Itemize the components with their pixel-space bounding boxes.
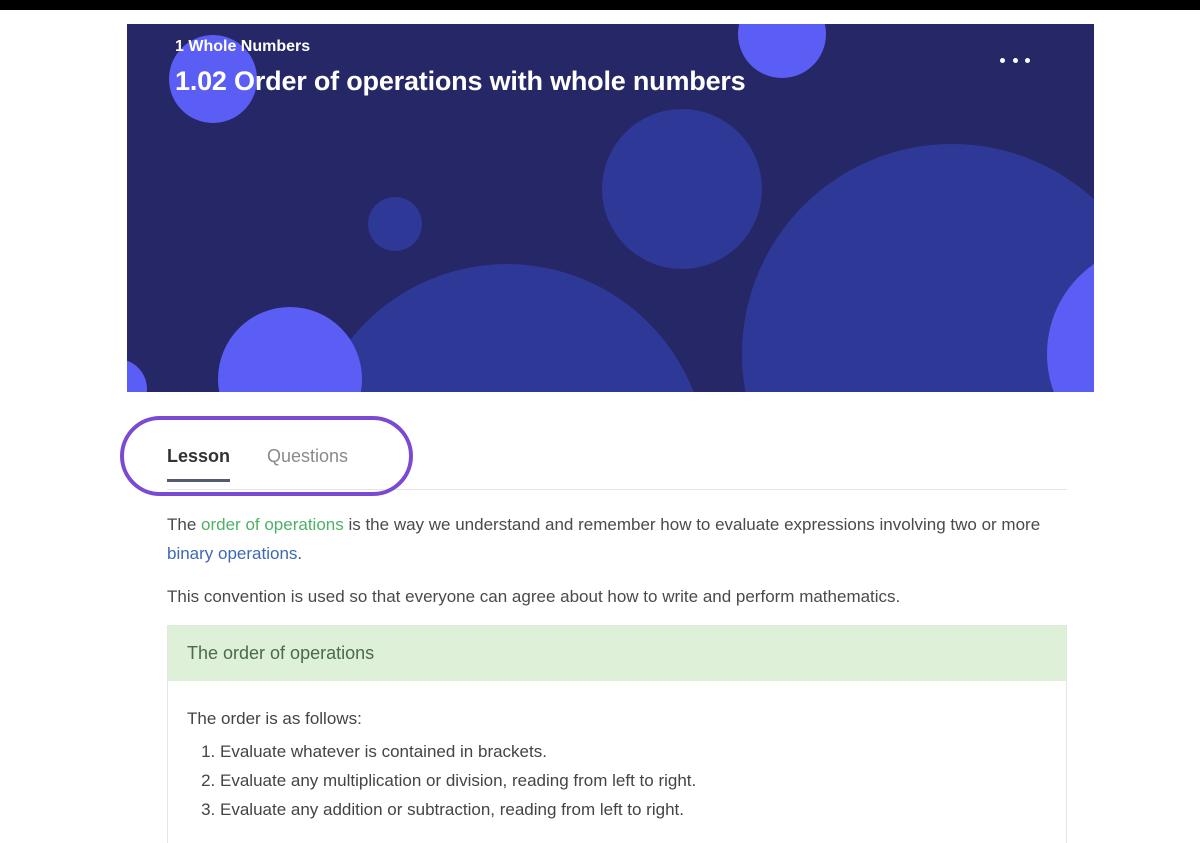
order-of-operations-callout: The order of operations The order is as … [167,625,1067,843]
list-item: Evaluate any multiplication or division,… [220,766,1066,795]
tab-lesson[interactable]: Lesson [167,446,231,482]
lesson-tabs: Lesson Questions [167,440,1067,490]
lesson-banner: 1 Whole Numbers 1.02 Order of operations… [127,24,1094,392]
convention-paragraph: This convention is used so that everyone… [167,587,901,606]
page-title: 1.02 Order of operations with whole numb… [175,66,746,96]
callout-title: The order of operations [168,626,1066,681]
list-item: Evaluate any addition or subtraction, re… [220,795,1066,824]
breadcrumb[interactable]: 1 Whole Numbers [175,38,310,56]
tab-questions[interactable]: Questions [267,446,348,479]
more-horizontal-icon[interactable] [1000,52,1030,68]
binary-operations-link[interactable]: binary operations [167,544,297,563]
list-item: Evaluate whatever is contained in bracke… [220,737,1066,766]
callout-intro: The order is as follows: [187,709,362,728]
order-of-operations-link[interactable]: order of operations [201,515,344,534]
steps-list: Evaluate whatever is contained in bracke… [187,737,1066,824]
intro-paragraph: The order of operations is the way we un… [167,515,1041,563]
lesson-content: The order of operations is the way we un… [167,510,1067,611]
page: 1 Whole Numbers 1.02 Order of operations… [0,0,1200,843]
callout-body: The order is as follows: Evaluate whatev… [168,681,1066,824]
